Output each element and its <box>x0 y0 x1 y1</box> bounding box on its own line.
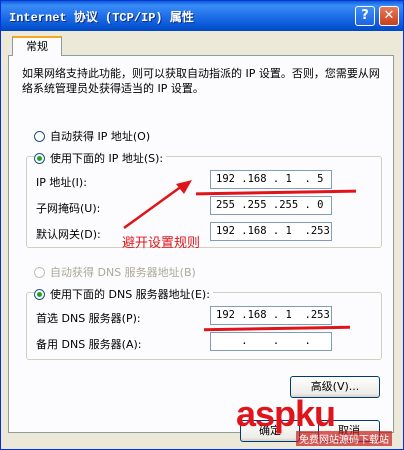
manual-ip-label: 使用下面的 IP 地址(S): <box>50 152 164 165</box>
preferred-dns-label: 首选 DNS 服务器(P): <box>36 312 141 325</box>
ip-address-label: IP 地址(I): <box>36 176 87 189</box>
manual-dns-label: 使用下面的 DNS 服务器地址(E): <box>50 288 210 301</box>
auto-ip-label: 自动获得 IP 地址(O) <box>50 130 151 143</box>
window-title: Internet 协议 (TCP/IP) 属性 <box>9 11 194 25</box>
radio-checked-icon <box>34 288 45 300</box>
subnet-mask-input[interactable]: 255 .255 .255 . 0 <box>210 196 332 215</box>
auto-ip-radio[interactable]: 自动获得 IP 地址(O) <box>34 128 150 144</box>
subnet-mask-label: 子网掩码(U): <box>36 202 101 215</box>
help-button[interactable]: ? <box>355 6 375 26</box>
radio-disabled-icon <box>34 266 45 278</box>
annotation-text: 避开设置规则 <box>122 236 201 251</box>
close-button[interactable]: ✕ <box>379 6 399 26</box>
watermark-logo: aspku <box>236 393 336 434</box>
title-bar[interactable]: Internet 协议 (TCP/IP) 属性 ? ✕ <box>1 1 403 31</box>
radio-checked-icon <box>34 152 45 164</box>
annotation-arrow-icon <box>123 180 192 230</box>
alternate-dns-input[interactable]: . . . <box>210 332 332 351</box>
tab-general[interactable]: 常规 <box>12 36 62 56</box>
intro-text: 如果网络支持此功能，则可以获取自动指派的 IP 设置。否则，您需要从网络系统管理… <box>22 67 380 95</box>
default-gateway-label: 默认网关(D): <box>36 228 101 241</box>
auto-dns-radio[interactable]: 自动获得 DNS 服务器地址(B) <box>34 264 196 280</box>
watermark-subtitle: 免费网站源码下载站 <box>296 431 392 446</box>
preferred-dns-input[interactable]: 192 .168 . 1 .253 <box>210 306 332 325</box>
manual-dns-radio[interactable]: 使用下面的 DNS 服务器地址(E): <box>34 286 213 302</box>
default-gateway-input[interactable]: 192 .168 . 1 .253 <box>210 222 332 241</box>
auto-dns-label: 自动获得 DNS 服务器地址(B) <box>50 266 196 279</box>
ip-address-input[interactable]: 192 .168 . 1 . 5 <box>210 170 332 189</box>
manual-ip-radio[interactable]: 使用下面的 IP 地址(S): <box>34 150 167 166</box>
radio-unchecked-icon <box>34 130 45 142</box>
alternate-dns-label: 备用 DNS 服务器(A): <box>36 338 142 351</box>
